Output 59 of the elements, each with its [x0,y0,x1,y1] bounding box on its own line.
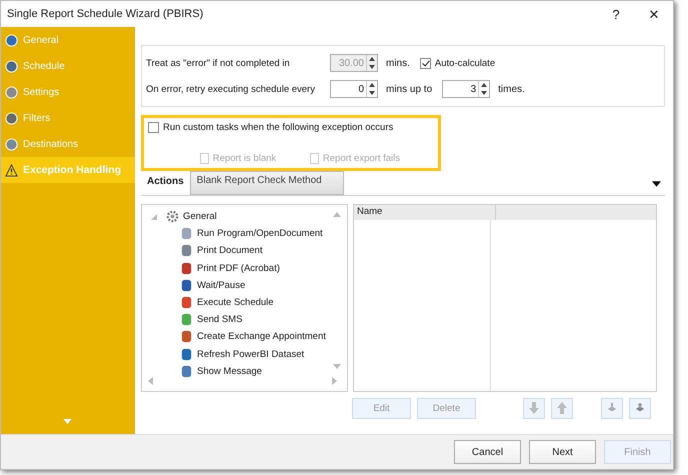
action-icon [180,330,193,344]
retry-label: On error, retry executing schedule every [146,84,316,94]
warning-icon [5,164,18,176]
nav-icon [5,138,18,150]
help-button[interactable]: ? [597,2,635,26]
tree-item[interactable]: Refresh PowerBI Dataset [197,348,304,360]
action-icon [180,364,193,378]
run-custom-label: Run custom tasks when the following exception occurs [163,122,394,133]
tree-item[interactable]: Run Program/OpenDocument [197,228,323,240]
retry-spinner[interactable]: 0 [330,80,378,98]
unit-label: mins. [386,58,410,68]
action-icon [180,296,193,310]
scroll-down-icon[interactable] [333,364,341,369]
tab[interactable]: Blank Report Check Method [190,171,344,195]
action-icon [180,278,193,292]
gear-icon [166,210,179,224]
import-button[interactable] [601,398,623,419]
tree-item[interactable]: Send SMS [197,314,242,326]
scroll-left-icon[interactable] [148,377,153,385]
arrow-up-icon [557,402,567,414]
timeout-label: Treat as "error" if not completed in [146,58,291,68]
checkbox[interactable] [148,122,159,133]
option-label: Report is blank [212,153,276,164]
spin-arrows-icon[interactable] [366,81,377,97]
nav-icon [5,60,18,72]
auto-calculate-label: Auto-calculate [434,58,496,68]
tree-item[interactable]: Show Message [197,366,262,377]
footer-button[interactable]: Next [529,440,596,464]
spin-arrows-icon[interactable] [478,81,490,97]
tree-item[interactable]: Print Document [197,245,262,256]
action-icon [180,262,193,275]
dropdown-icon[interactable] [652,181,661,187]
arrow-down-icon [529,402,539,414]
scroll-right-icon[interactable] [332,377,337,385]
scroll-down-icon[interactable] [63,419,72,424]
tree-item[interactable]: General [183,211,217,222]
close-button[interactable]: ✕ [635,2,673,26]
action-icon [180,313,193,326]
tree-item[interactable]: Print PDF (Acrobat) [197,262,280,274]
unit-label: mins up to [386,84,432,94]
action-icon [180,348,193,361]
footer-button[interactable]: Cancel [454,440,521,464]
tree-item[interactable]: Create Exchange Appointment [197,331,326,342]
nav-icon [5,86,18,98]
nav-icon [5,34,18,46]
window-title: Single Report Schedule Wizard (PBIRS) [7,8,204,20]
expander-icon[interactable] [151,214,157,220]
scroll-up-icon[interactable] [333,212,341,217]
move-up-button[interactable] [551,398,573,419]
times-spinner[interactable]: 3 [442,80,490,98]
nav-icon [5,112,18,124]
option-label: Report export fails [322,153,400,164]
action-icon [180,227,193,240]
action-icon [180,244,193,258]
move-down-button[interactable] [523,398,545,419]
tree-item[interactable]: Execute Schedule [197,297,274,308]
export-button[interactable] [629,398,651,419]
unit-label: times. [498,84,525,94]
tree-item[interactable]: Wait/Pause [197,280,246,291]
